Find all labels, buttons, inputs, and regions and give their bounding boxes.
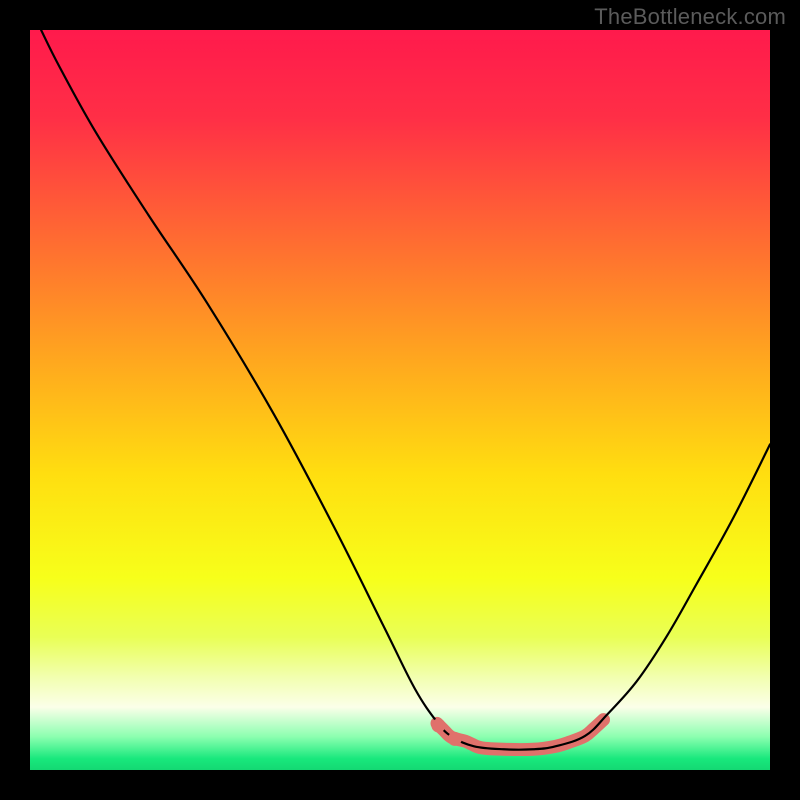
plot-area xyxy=(30,30,770,770)
highlight-dot xyxy=(448,732,462,746)
chart-frame: TheBottleneck.com xyxy=(0,0,800,800)
plot-svg xyxy=(30,30,770,770)
highlight-dot xyxy=(431,719,445,733)
watermark-text: TheBottleneck.com xyxy=(594,4,786,30)
